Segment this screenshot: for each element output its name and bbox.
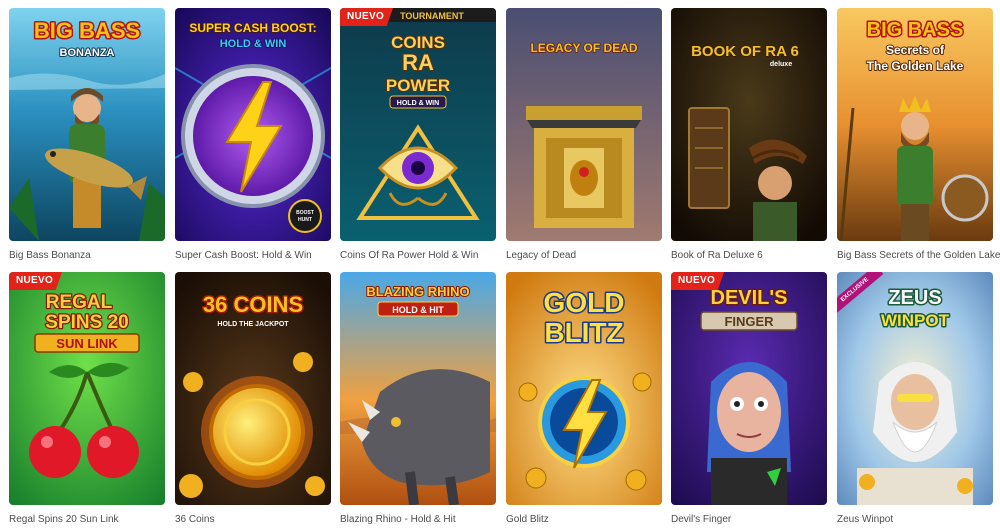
super-cash-boost-artwork: BOOST HUNT SUPER CASH BOOST: HOLD & WIN (175, 8, 331, 241)
game-card-coins-of-ra-power[interactable]: TOURNAMENT COINS RA POWER HOLD & WIN NUE… (340, 8, 496, 261)
game-title[interactable]: Devil's Finger (671, 514, 841, 525)
game-card-big-bass-secrets-golden-lake[interactable]: BIG BASS Secrets of The Golden Lake Big … (837, 8, 1000, 261)
game-title[interactable]: Zeus Winpot (837, 514, 1000, 525)
game-thumbnail[interactable]: TOURNAMENT COINS RA POWER HOLD & WIN NUE… (340, 8, 496, 241)
game-thumbnail[interactable]: BOOST HUNT SUPER CASH BOOST: HOLD & WIN (175, 8, 331, 241)
game-title[interactable]: Coins Of Ra Power Hold & Win (340, 250, 510, 261)
art-title-2: SPINS 20 (45, 312, 128, 333)
game-title[interactable]: Super Cash Boost: Hold & Win (175, 250, 345, 261)
game-card-zeus-winpot[interactable]: ZEUS WINPOT EXCLUSIVE Zeus Winpot (837, 272, 993, 525)
art-title: BIG BASS (867, 19, 964, 41)
art-title: ZEUS (888, 287, 941, 309)
game-title[interactable]: Big Bass Secrets of the Golden Lake (837, 250, 1000, 261)
game-title[interactable]: 36 Coins (175, 514, 345, 525)
art-title: REGAL (46, 292, 113, 313)
game-title[interactable]: Legacy of Dead (506, 250, 676, 261)
art-title: BOOK OF RA 6 (691, 43, 799, 60)
art-title: SUPER CASH BOOST: (189, 21, 316, 35)
game-thumbnail[interactable]: BLAZING RHINO HOLD & HIT (340, 272, 496, 505)
game-card-super-cash-boost[interactable]: BOOST HUNT SUPER CASH BOOST: HOLD & WIN … (175, 8, 331, 261)
art-title: GOLD (544, 287, 625, 318)
game-title[interactable]: Big Bass Bonanza (9, 250, 179, 261)
art-subtitle: HOLD & HIT (392, 305, 444, 315)
game-card-blazing-rhino[interactable]: BLAZING RHINO HOLD & HIT Blazing Rhino -… (340, 272, 496, 525)
coins-of-ra-artwork: TOURNAMENT COINS RA POWER HOLD & WIN (340, 8, 496, 241)
art-title-2: BLITZ (544, 317, 623, 348)
game-title[interactable]: Gold Blitz (506, 514, 676, 525)
art-subtitle: BONANZA (60, 47, 115, 59)
game-title[interactable]: Blazing Rhino - Hold & Hit (340, 514, 510, 525)
game-thumbnail[interactable]: BIG BASS Secrets of The Golden Lake (837, 8, 993, 241)
regal-spins-artwork: REGAL SPINS 20 SUN LINK (9, 272, 165, 505)
new-badge: NUEVO (9, 272, 63, 290)
36-coins-artwork: 36 COINS HOLD THE JACKPOT (175, 272, 331, 505)
art-subtitle: SUN LINK (56, 336, 118, 351)
game-thumbnail[interactable]: ZEUS WINPOT EXCLUSIVE (837, 272, 993, 505)
legacy-of-dead-artwork: LEGACY OF DEAD (506, 8, 662, 241)
art-subtitle: FINGER (724, 314, 774, 329)
zeus-winpot-artwork: ZEUS WINPOT (837, 272, 993, 505)
game-thumbnail[interactable]: GOLD BLITZ (506, 272, 662, 505)
devils-finger-artwork: DEVIL'S FINGER (671, 272, 827, 505)
art-tournament: TOURNAMENT (400, 11, 464, 21)
game-thumbnail[interactable]: REGAL SPINS 20 SUN LINK NUEVO (9, 272, 165, 505)
art-subtitle: WINPOT (881, 311, 950, 330)
blazing-rhino-artwork: BLAZING RHINO HOLD & HIT (340, 272, 496, 505)
art-title: LEGACY OF DEAD (530, 41, 637, 55)
game-title[interactable]: Regal Spins 20 Sun Link (9, 514, 179, 525)
game-title[interactable]: Book of Ra Deluxe 6 (671, 250, 841, 261)
game-thumbnail[interactable]: LEGACY OF DEAD (506, 8, 662, 241)
art-title: 36 COINS (203, 292, 303, 317)
game-thumbnail[interactable]: 36 COINS HOLD THE JACKPOT (175, 272, 331, 505)
game-card-legacy-of-dead[interactable]: LEGACY OF DEAD Legacy of Dead (506, 8, 662, 261)
big-bass-bonanza-artwork: BIG BASS BONANZA (9, 8, 165, 241)
game-thumbnail[interactable]: BIG BASS BONANZA (9, 8, 165, 241)
big-bass-golden-lake-artwork: BIG BASS Secrets of The Golden Lake (837, 8, 993, 241)
art-subtitle: deluxe (770, 61, 792, 68)
game-card-book-of-ra-deluxe-6[interactable]: BOOK OF RA 6 deluxe Book of Ra Deluxe 6 (671, 8, 827, 261)
game-card-36-coins[interactable]: 36 COINS HOLD THE JACKPOT 36 Coins (175, 272, 331, 525)
new-badge: NUEVO (671, 272, 725, 290)
art-title: BLAZING RHINO (366, 284, 469, 299)
game-card-devils-finger[interactable]: DEVIL'S FINGER NUEVO Devil's Finger (671, 272, 827, 525)
game-card-big-bass-bonanza[interactable]: BIG BASS BONANZA Big Bass Bonanza (9, 8, 165, 261)
game-thumbnail[interactable]: BOOK OF RA 6 deluxe (671, 8, 827, 241)
new-badge: NUEVO (340, 8, 394, 26)
art-title-2: RA (402, 50, 434, 75)
game-grid: BIG BASS BONANZA Big Bass Bonanza BOOST … (0, 0, 1000, 532)
gold-blitz-artwork: GOLD BLITZ (506, 272, 662, 505)
art-subtitle: HOLD & WIN (220, 38, 287, 50)
art-title: DEVIL'S (711, 287, 788, 309)
art-title: BIG BASS (34, 18, 140, 43)
art-title-3: POWER (386, 76, 450, 95)
game-thumbnail[interactable]: DEVIL'S FINGER NUEVO (671, 272, 827, 505)
art-subtitle: HOLD THE JACKPOT (217, 321, 289, 328)
art-subtitle: HOLD & WIN (397, 100, 439, 107)
game-card-gold-blitz[interactable]: GOLD BLITZ Gold Blitz (506, 272, 662, 525)
svg-text:BOOST: BOOST (296, 210, 314, 216)
svg-text:HUNT: HUNT (298, 217, 312, 223)
game-card-regal-spins-20[interactable]: REGAL SPINS 20 SUN LINK NUEVO Regal Spin… (9, 272, 165, 525)
book-of-ra-artwork: BOOK OF RA 6 deluxe (671, 8, 827, 241)
art-subtitle-2: The Golden Lake (867, 59, 964, 73)
art-subtitle: Secrets of (886, 43, 945, 57)
